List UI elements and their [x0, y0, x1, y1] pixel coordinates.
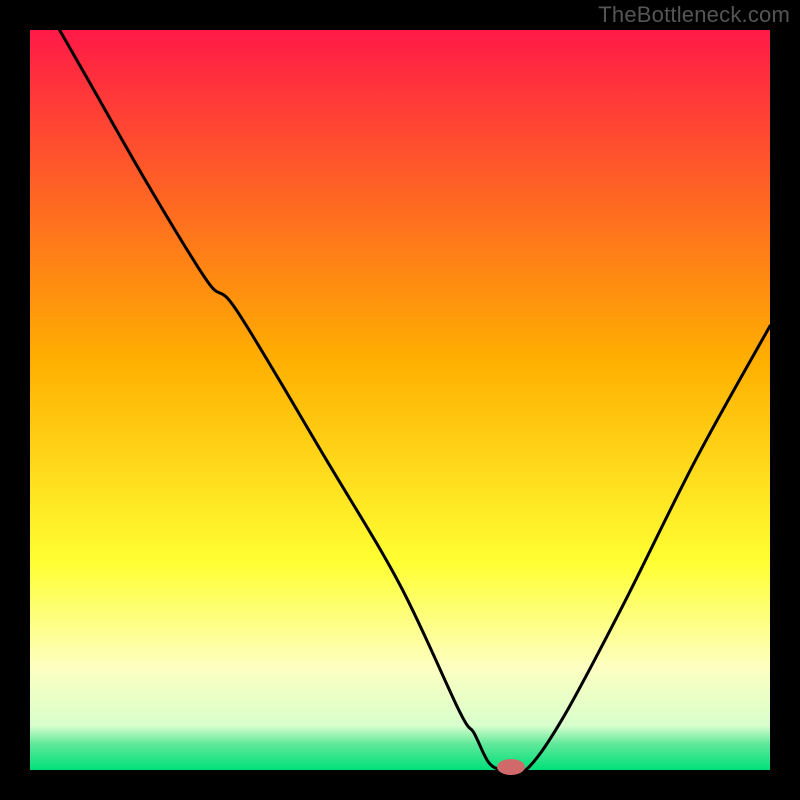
bottleneck-chart	[0, 0, 800, 800]
watermark-text: TheBottleneck.com	[598, 2, 790, 28]
chart-container: TheBottleneck.com	[0, 0, 800, 800]
optimal-marker	[497, 759, 525, 775]
plot-background	[30, 30, 770, 770]
